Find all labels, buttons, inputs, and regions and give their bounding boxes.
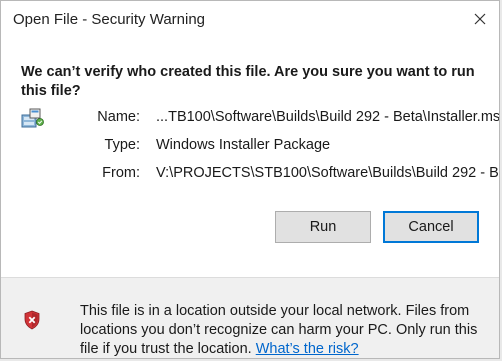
run-button[interactable]: Run: [275, 211, 371, 243]
whats-the-risk-link[interactable]: What’s the risk?: [256, 341, 359, 357]
security-warning-dialog: Open File - Security Warning We can’t ve…: [0, 0, 500, 359]
close-button[interactable]: [465, 5, 495, 33]
name-label: Name:: [97, 109, 140, 125]
type-value: Windows Installer Package: [156, 137, 331, 153]
name-value: ...TB100\Software\Builds\Build 292 - Bet…: [156, 109, 500, 125]
from-label: From:: [102, 165, 140, 181]
shield-warning-icon: [24, 310, 40, 330]
installer-package-icon: [21, 108, 44, 128]
from-value: V:\PROJECTS\STB100\Software\Builds\Build…: [156, 165, 500, 181]
type-label: Type:: [104, 137, 140, 153]
cancel-button[interactable]: Cancel: [383, 211, 479, 243]
warning-question: We can’t verify who created this file. A…: [21, 64, 475, 99]
footer-message: This file is in a location outside your …: [80, 302, 490, 358]
title-bar: Open File - Security Warning: [1, 1, 499, 39]
close-icon: [474, 13, 486, 25]
window-title: Open File - Security Warning: [13, 11, 206, 28]
security-footer: This file is in a location outside your …: [1, 277, 499, 358]
